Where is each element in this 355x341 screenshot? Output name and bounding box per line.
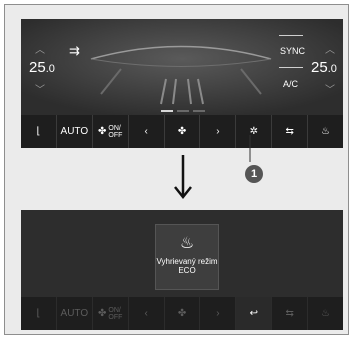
fan-icon: ✤ — [177, 308, 187, 319]
seat-heat-icon: ♨ — [321, 308, 331, 319]
fan-speed-up-button: › — [200, 297, 237, 330]
climate-screen-bottom: ♨ Vyhrievaný režim ECO ⌊ AUTO ✤ ON/OFF ‹… — [21, 210, 343, 330]
callout-badge: 1 — [245, 165, 263, 183]
fan-onoff-button: ✤ ON/OFF — [93, 297, 129, 330]
onoff-label: ON/OFF — [108, 306, 123, 321]
eco-label-line2: ECO — [178, 266, 196, 275]
fan-speed-down-button: ‹ — [129, 297, 165, 330]
chevron-left-icon: ‹ — [144, 308, 148, 319]
seat-heat-icon: ♨ — [179, 235, 195, 252]
driver-seat-heat-button: ⌊ — [21, 297, 57, 330]
back-arrow-icon: ↩ — [249, 308, 258, 319]
passenger-seat-heat-button: ♨ — [308, 297, 343, 330]
figure-frame: ︿ 25.0 ﹀ ⇉ SYNC A/C ︿ 25.0 ﹀ ⌊ AUTO ✤ ON… — [4, 4, 349, 335]
fan-speed-display: ✤ — [165, 297, 201, 330]
fan-icon: ✤ — [98, 308, 107, 319]
chevron-right-icon: › — [216, 308, 220, 319]
eco-heating-mode-button[interactable]: ♨ Vyhrievaný režim ECO — [155, 224, 219, 290]
climate-control-bar-dimmed: ⌊ AUTO ✤ ON/OFF ‹ ✤ › ↩ ⇆ ♨ — [21, 297, 343, 330]
auto-label: AUTO — [60, 308, 89, 319]
eco-label-line1: Vyhrievaný režim — [156, 257, 218, 266]
recirculation-button: ⇆ — [272, 297, 309, 330]
back-button[interactable]: ↩ — [236, 297, 273, 330]
arrow-down-icon — [174, 155, 192, 199]
car-recirc-icon: ⇆ — [285, 308, 294, 319]
auto-button: AUTO — [57, 297, 93, 330]
seat-icon: ⌊ — [36, 308, 41, 319]
